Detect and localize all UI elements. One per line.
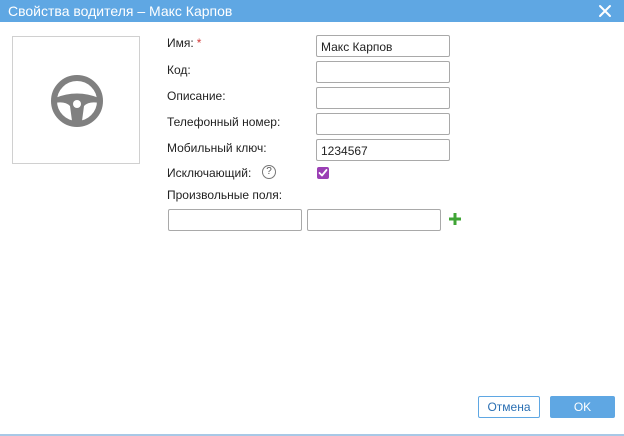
dialog-titlebar: Свойства водителя – Макс Карпов	[0, 0, 624, 22]
driver-photo[interactable]	[12, 36, 140, 164]
custom-field-value[interactable]	[307, 209, 441, 231]
help-icon[interactable]: ?	[262, 165, 276, 179]
mobile-key-field[interactable]	[316, 139, 450, 161]
plus-icon[interactable]	[447, 211, 463, 227]
phone-field[interactable]	[316, 113, 450, 135]
cancel-button[interactable]: Отмена	[478, 396, 540, 418]
close-icon[interactable]	[598, 4, 612, 18]
checkmark-icon	[318, 169, 328, 177]
exclusive-label: Исключающий:	[167, 166, 252, 180]
name-label-text: Имя:	[167, 36, 194, 50]
code-label: Код:	[167, 63, 191, 77]
code-field[interactable]	[316, 61, 450, 83]
name-label: Имя: *	[167, 36, 201, 50]
exclusive-checkbox[interactable]	[317, 167, 329, 179]
dialog-title: Свойства водителя – Макс Карпов	[8, 3, 233, 19]
phone-label: Телефонный номер:	[167, 115, 281, 129]
ok-button[interactable]: OK	[550, 396, 615, 418]
steering-wheel-icon	[51, 75, 103, 127]
mobile-key-label: Мобильный ключ:	[167, 141, 267, 155]
name-field[interactable]	[316, 35, 450, 57]
description-field[interactable]	[316, 87, 450, 109]
required-mark: *	[196, 36, 202, 50]
description-label: Описание:	[167, 89, 226, 103]
custom-field-name[interactable]	[168, 209, 302, 231]
custom-fields-label: Произвольные поля:	[167, 188, 283, 202]
